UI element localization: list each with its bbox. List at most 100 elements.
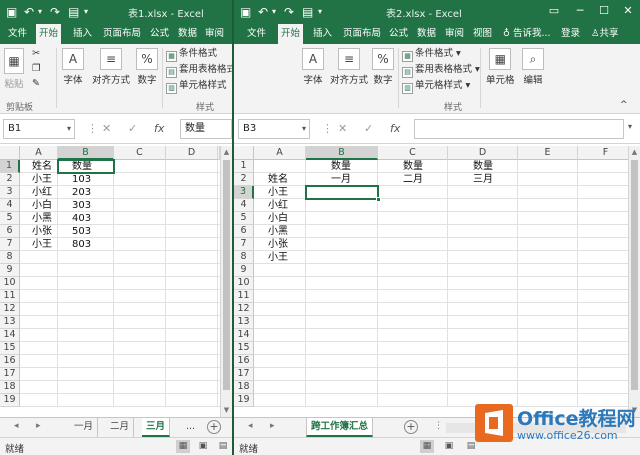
name-box[interactable]: B1 ▾	[3, 119, 75, 139]
login-link[interactable]: 登录	[558, 24, 583, 44]
row-header-11[interactable]: 11	[234, 290, 254, 303]
menu-home[interactable]: 开始	[36, 24, 62, 44]
row-header-3[interactable]: 3	[0, 186, 20, 199]
row-header-1[interactable]: 1	[0, 160, 20, 173]
cell-a5[interactable]: 小白	[266, 212, 306, 225]
row-header-7[interactable]: 7	[234, 238, 254, 251]
menu-file[interactable]: 文件	[244, 24, 269, 44]
page-layout-view-icon[interactable]: ▣	[442, 440, 456, 453]
number-button[interactable]: % 数字	[136, 48, 158, 86]
collapse-ribbon-icon[interactable]: ^	[620, 98, 628, 112]
menu-page-layout[interactable]: 页面布局	[100, 24, 144, 44]
scroll-thumb[interactable]	[223, 160, 230, 390]
cell-style-button[interactable]: ▥ 单元格样式 ▾	[402, 79, 470, 94]
column-header-b[interactable]: B	[58, 146, 114, 160]
row-header-16[interactable]: 16	[0, 355, 20, 368]
sheet-tab-summary[interactable]: 跨工作簿汇总	[306, 418, 374, 437]
menu-formulas[interactable]: 公式	[147, 24, 172, 44]
row-header-15[interactable]: 15	[0, 342, 20, 355]
cell-b5[interactable]: 403	[70, 212, 110, 225]
row-header-10[interactable]: 10	[0, 277, 20, 290]
fill-handle[interactable]	[376, 197, 381, 202]
column-header-a[interactable]: A	[20, 146, 58, 160]
column-header-e[interactable]: E	[518, 146, 578, 160]
scroll-up-icon[interactable]: ▲	[629, 146, 640, 158]
copy-icon[interactable]: ❐	[32, 62, 41, 76]
minimize-icon[interactable]: ─	[572, 3, 588, 19]
expand-formula-icon[interactable]: ▾	[628, 122, 632, 131]
scroll-down-icon[interactable]: ▼	[221, 404, 232, 416]
row-header-12[interactable]: 12	[234, 303, 254, 316]
cell-b2[interactable]: 103	[70, 173, 110, 186]
row-header-9[interactable]: 9	[234, 264, 254, 277]
menu-home[interactable]: 开始	[278, 24, 304, 44]
undo-dropdown-icon[interactable]: ▾	[272, 4, 276, 20]
row-header-18[interactable]: 18	[234, 381, 254, 394]
column-header-d[interactable]: D	[166, 146, 218, 160]
row-header-19[interactable]: 19	[0, 394, 20, 407]
row-header-19[interactable]: 19	[234, 394, 254, 407]
scroll-up-icon[interactable]: ▲	[221, 146, 232, 158]
row-header-16[interactable]: 16	[234, 355, 254, 368]
row-header-2[interactable]: 2	[234, 173, 254, 186]
cell-a2[interactable]: 姓名	[266, 173, 306, 186]
row-header-11[interactable]: 11	[0, 290, 20, 303]
row-header-7[interactable]: 7	[0, 238, 20, 251]
cell-header-qty[interactable]: 数量	[448, 160, 518, 173]
close-icon[interactable]: ✕	[620, 3, 636, 19]
row-header-5[interactable]: 5	[0, 212, 20, 225]
print-preview-icon[interactable]: ▤	[68, 4, 79, 20]
scroll-thumb[interactable]	[631, 160, 638, 390]
cancel-icon[interactable]: ✕	[338, 122, 347, 135]
column-header-a[interactable]: A	[254, 146, 306, 160]
sheet-tab-feb[interactable]: 二月	[106, 418, 135, 437]
customize-toolbar-icon[interactable]: ▾	[84, 4, 88, 20]
maximize-icon[interactable]: ☐	[596, 3, 612, 19]
save-icon[interactable]: ▣	[6, 4, 17, 20]
sheet-tab-more[interactable]: ...	[182, 418, 200, 437]
table-format-button[interactable]: ▤ 套用表格格式	[166, 63, 232, 78]
redo-icon[interactable]: ↷	[284, 4, 294, 20]
tab-prev-icon[interactable]: ◂	[248, 421, 253, 431]
insert-function-icon[interactable]: fx	[154, 122, 164, 135]
row-header-4[interactable]: 4	[0, 199, 20, 212]
cell-a7[interactable]: 小王	[30, 238, 70, 251]
cut-icon[interactable]: ✂	[32, 47, 40, 61]
page-layout-view-icon[interactable]: ▣	[196, 440, 210, 453]
cell-b7[interactable]: 803	[70, 238, 110, 251]
page-break-view-icon[interactable]: ▤	[216, 440, 230, 453]
tell-me-search[interactable]: ♁ 告诉我...	[500, 24, 554, 44]
normal-view-icon[interactable]: ▦	[420, 440, 434, 453]
cell-a4[interactable]: 小红	[266, 199, 306, 212]
menu-page-layout[interactable]: 页面布局	[340, 24, 384, 44]
cell-header-month[interactable]: 二月	[378, 173, 448, 186]
cell-a3[interactable]: 小红	[30, 186, 70, 199]
cell-a2[interactable]: 小王	[30, 173, 70, 186]
row-header-17[interactable]: 17	[0, 368, 20, 381]
font-button[interactable]: A 字体	[302, 48, 324, 86]
confirm-icon[interactable]: ✓	[128, 122, 137, 135]
row-header-4[interactable]: 4	[234, 199, 254, 212]
add-sheet-icon[interactable]: +	[404, 420, 418, 434]
sheet-tab-jan[interactable]: 一月	[70, 418, 99, 437]
tab-next-icon[interactable]: ▸	[36, 421, 41, 431]
cell-header-qty[interactable]: 数量	[306, 160, 376, 173]
undo-dropdown-icon[interactable]: ▾	[38, 4, 42, 20]
cell-style-button[interactable]: ▥ 单元格样式	[166, 79, 227, 94]
font-button[interactable]: A 字体	[62, 48, 84, 86]
menu-formulas[interactable]: 公式	[386, 24, 411, 44]
sheet-tab-mar[interactable]: 三月	[142, 418, 171, 437]
menu-file[interactable]: 文件	[5, 24, 30, 44]
column-header-f[interactable]: F	[578, 146, 634, 160]
formula-input[interactable]: 数量	[180, 119, 232, 139]
select-all-corner[interactable]	[234, 146, 254, 160]
menu-insert[interactable]: 插入	[70, 24, 95, 44]
cell-a6[interactable]: 小张	[30, 225, 70, 238]
menu-data[interactable]: 数据	[414, 24, 439, 44]
undo-icon[interactable]: ↶	[24, 4, 34, 20]
ribbon-options-icon[interactable]: ▭	[546, 3, 562, 19]
number-button[interactable]: % 数字	[372, 48, 394, 86]
row-header-8[interactable]: 8	[0, 251, 20, 264]
row-header-6[interactable]: 6	[234, 225, 254, 238]
conditional-format-button[interactable]: ▦ 条件格式	[166, 47, 217, 62]
